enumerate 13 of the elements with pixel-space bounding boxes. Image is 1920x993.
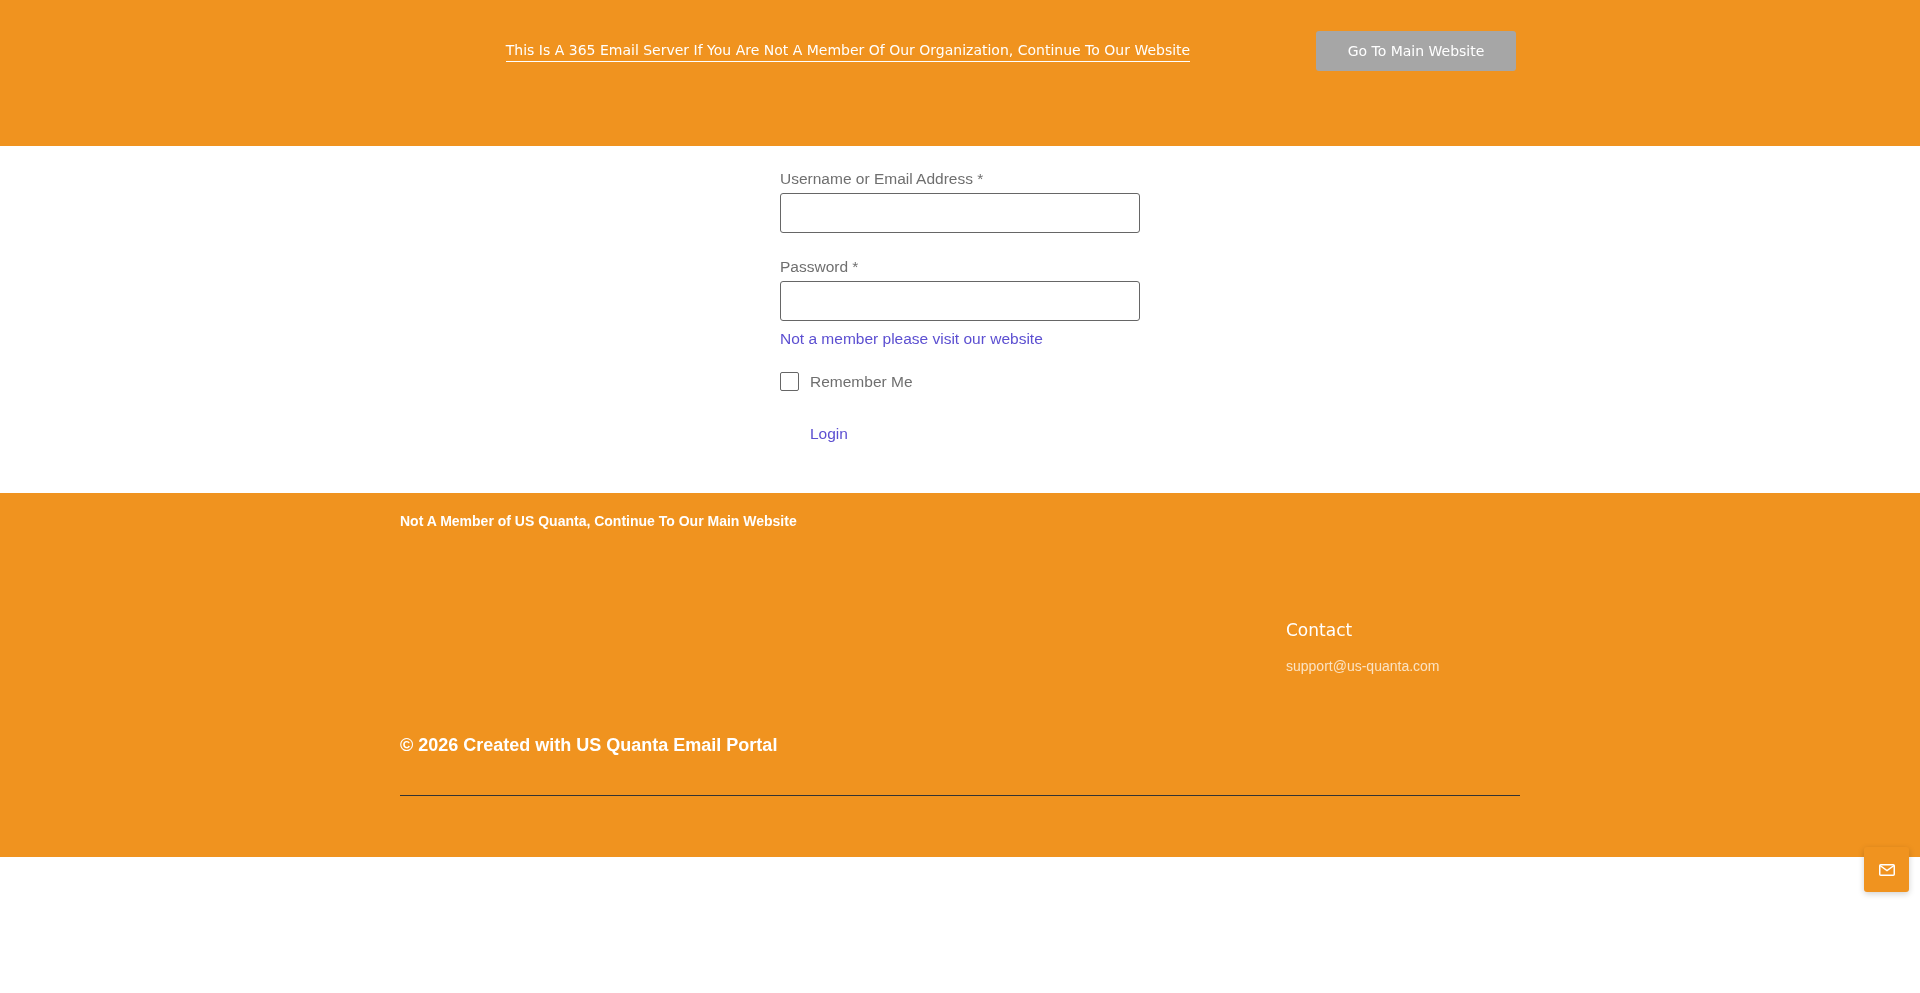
input-field[interactable] — [780, 281, 1140, 321]
input-field[interactable] — [780, 193, 1140, 233]
field-label: Password * — [780, 257, 859, 276]
login-button[interactable]: Login — [810, 424, 848, 444]
contact-email: support@us-quanta.com — [1286, 657, 1440, 675]
footer-notice: Not A Member of US Quanta, Continue To Our Main Website — [400, 512, 797, 530]
remember-checkbox[interactable] — [780, 372, 799, 391]
member-link[interactable]: Not a member please visit our website — [780, 329, 1043, 349]
field-label: Username or Email Address * — [780, 169, 984, 188]
copyright-text: © 2026 Created with US Quanta Email Portal — [400, 734, 778, 757]
envelope-icon — [1878, 863, 1895, 876]
contact-heading: Contact — [1286, 619, 1353, 642]
remember-label: Remember Me — [810, 372, 913, 391]
